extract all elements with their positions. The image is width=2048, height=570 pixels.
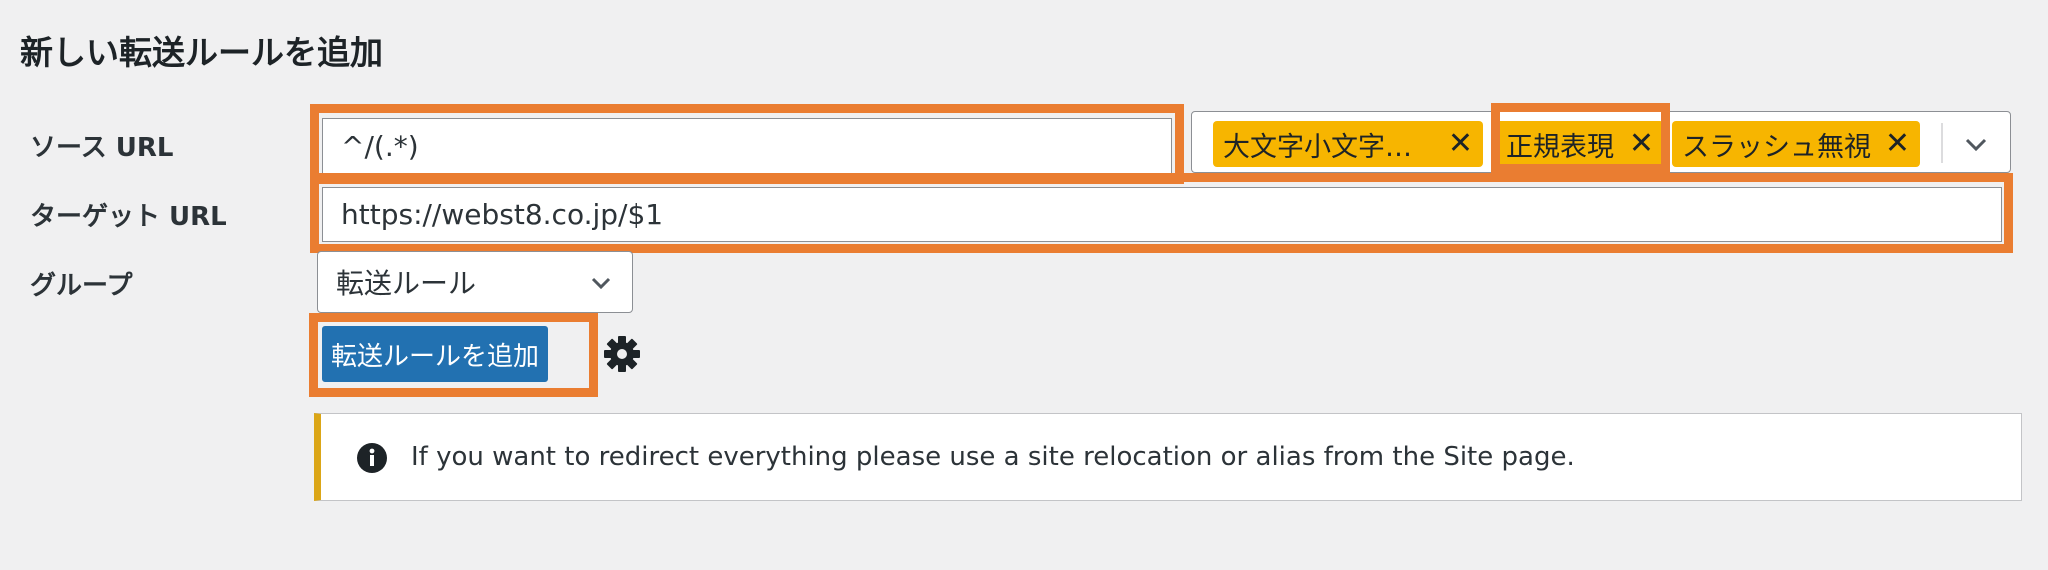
source-url-input[interactable]: ^/(.*) [322, 118, 1172, 174]
info-icon [357, 443, 387, 473]
close-icon[interactable]: ✕ [1629, 127, 1654, 161]
source-url-label: ソース URL [30, 133, 174, 163]
info-notice: If you want to redirect everything pleas… [314, 413, 2022, 501]
flag-chip-ignore-slash[interactable]: スラッシュ無視 ✕ [1672, 121, 1920, 167]
target-url-input[interactable]: https://webst8.co.jp/$1 [322, 187, 2002, 242]
close-icon[interactable]: ✕ [1448, 127, 1473, 161]
group-selected-value: 転送ルール [336, 267, 477, 300]
chevron-down-icon[interactable] [1959, 128, 1993, 162]
gear-icon[interactable] [602, 334, 642, 374]
flag-chip-case-insensitive[interactable]: 大文字小文字… ✕ [1213, 121, 1483, 167]
add-redirect-rule-button[interactable]: 転送ルールを追加 [322, 326, 548, 382]
chevron-down-icon [591, 277, 611, 290]
target-url-value: https://webst8.co.jp/$1 [341, 198, 664, 231]
flags-divider [1941, 123, 1943, 163]
notice-message: If you want to redirect everything pleas… [411, 442, 1575, 472]
page-title: 新しい転送ルールを追加 [20, 33, 383, 72]
flag-chip-label: 正規表現 [1506, 131, 1614, 163]
close-icon[interactable]: ✕ [1885, 127, 1910, 161]
group-label: グループ [30, 271, 133, 301]
target-url-label: ターゲット URL [30, 202, 227, 232]
flag-chip-label: 大文字小文字… [1223, 131, 1412, 163]
flag-chip-regex[interactable]: 正規表現 ✕ [1496, 121, 1664, 167]
group-select[interactable]: 転送ルール [317, 251, 633, 313]
flag-chip-label: スラッシュ無視 [1682, 131, 1871, 163]
source-url-value: ^/(.*) [341, 129, 419, 163]
